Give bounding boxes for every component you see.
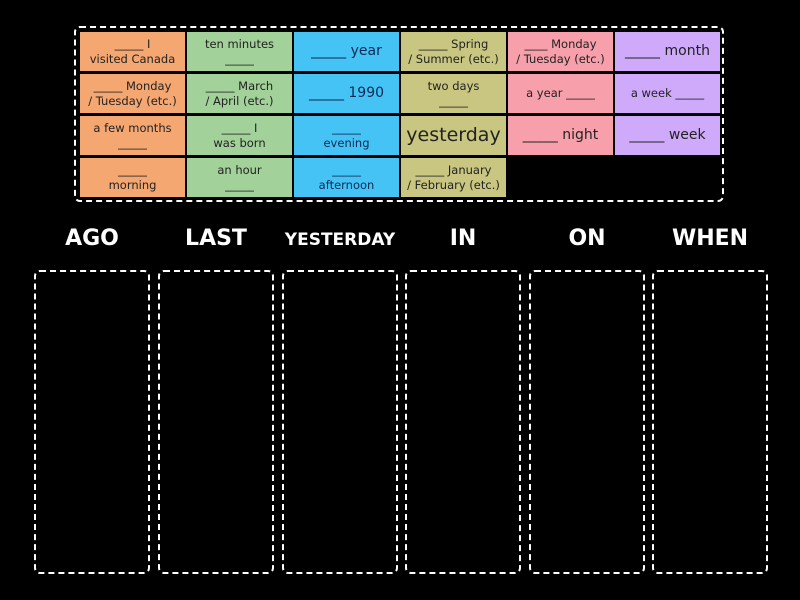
tile[interactable]: _____ afternoon xyxy=(294,158,399,197)
tile[interactable]: ____ Monday / Tuesday (etc.) xyxy=(508,32,613,71)
category-header-when: WHEN xyxy=(671,226,749,251)
tile[interactable]: _____ morning xyxy=(80,158,185,197)
drop-zone-ago[interactable] xyxy=(34,270,150,574)
drop-zone-in[interactable] xyxy=(405,270,521,574)
category-header-last: LAST xyxy=(185,226,247,251)
tile[interactable]: _____ 1990 xyxy=(294,74,399,113)
tile[interactable]: yesterday xyxy=(401,116,506,155)
tile[interactable]: a year _____ xyxy=(508,74,613,113)
drop-zone-on[interactable] xyxy=(529,270,645,574)
category-header-on: ON xyxy=(568,226,606,251)
drop-zone-yesterday[interactable] xyxy=(282,270,398,574)
tile[interactable]: _____ January / February (etc.) xyxy=(401,158,506,197)
drop-zone-when[interactable] xyxy=(652,270,768,574)
tile[interactable]: _____ month xyxy=(615,32,720,71)
tile[interactable]: a few months _____ xyxy=(80,116,185,155)
tile[interactable]: _____ March / April (etc.) xyxy=(187,74,292,113)
tile[interactable]: _____ evening xyxy=(294,116,399,155)
tile[interactable]: a week _____ xyxy=(615,74,720,113)
category-header-yesterday: YESTERDAY xyxy=(284,230,396,250)
tile[interactable]: ten minutes _____ xyxy=(187,32,292,71)
tile[interactable]: _____ night xyxy=(508,116,613,155)
tile[interactable]: _____ I visited Canada xyxy=(80,32,185,71)
category-header-in: IN xyxy=(449,226,477,251)
drop-zone-last[interactable] xyxy=(158,270,274,574)
tile[interactable]: _____ year xyxy=(294,32,399,71)
tile[interactable]: an hour _____ xyxy=(187,158,292,197)
tile[interactable]: _____ Monday / Tuesday (etc.) xyxy=(80,74,185,113)
tile[interactable]: _____ I was born xyxy=(187,116,292,155)
category-header-ago: AGO xyxy=(65,226,119,251)
tile[interactable]: two days _____ xyxy=(401,74,506,113)
tile[interactable]: _____ Spring / Summer (etc.) xyxy=(401,32,506,71)
tile[interactable]: _____ week xyxy=(615,116,720,155)
